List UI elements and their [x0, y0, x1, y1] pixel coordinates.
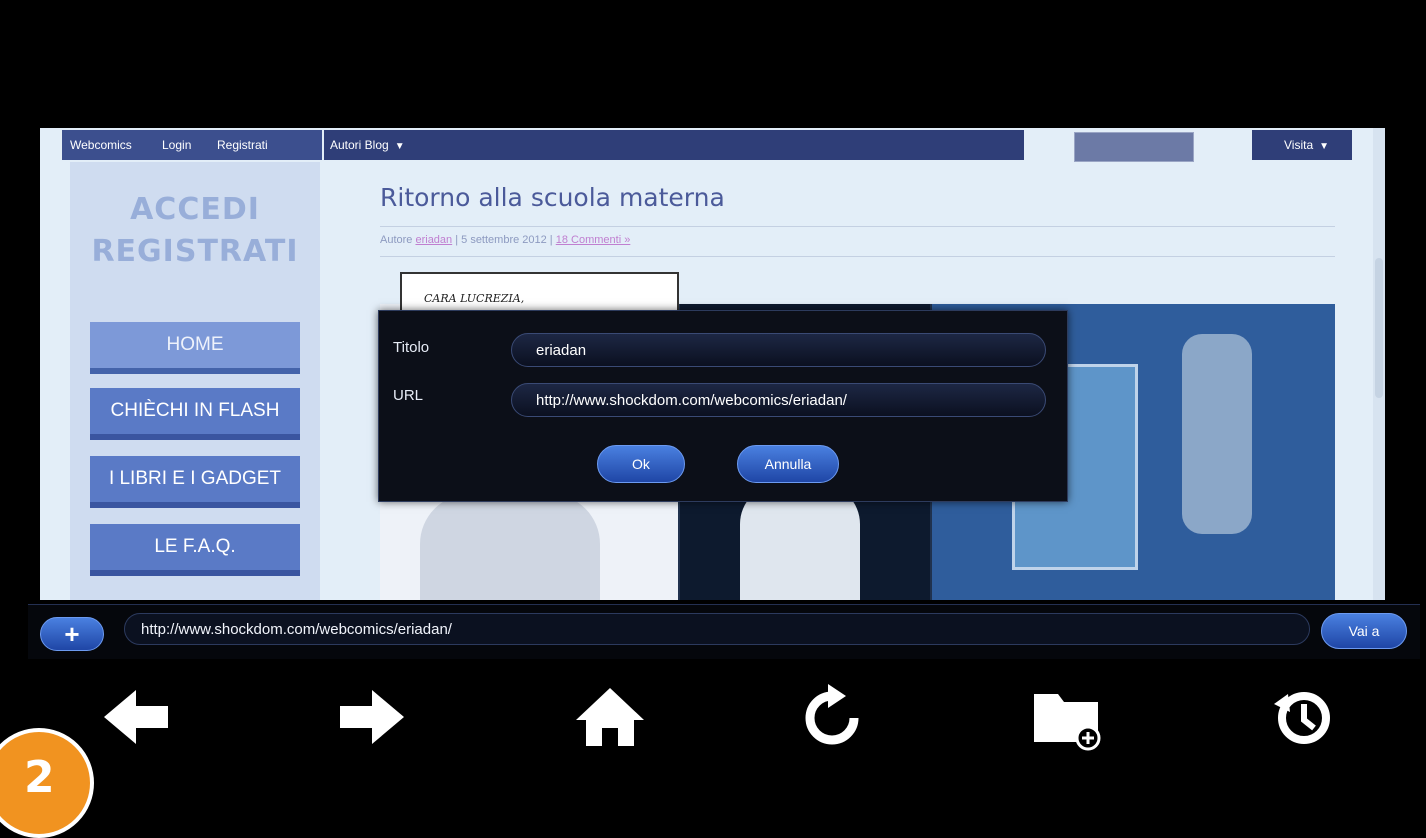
vertical-scrollbar[interactable] [1373, 128, 1385, 600]
divider [380, 226, 1335, 227]
chevron-down-icon: ▼ [394, 141, 405, 152]
menu-faq[interactable]: LE F.A.Q. [90, 524, 300, 570]
add-bookmark-button[interactable]: + [40, 617, 104, 651]
registrati-link[interactable]: REGISTRATI [70, 234, 320, 269]
back-arrow-icon[interactable] [96, 682, 176, 752]
nav-link-registrati[interactable]: Registrati [217, 138, 268, 152]
accedi-link[interactable]: ACCEDI [70, 192, 320, 227]
address-bar: + http://www.shockdom.com/webcomics/eria… [28, 604, 1420, 659]
menu-home[interactable]: HOME [90, 322, 300, 368]
annulla-button[interactable]: Annulla [737, 445, 839, 483]
site-sidebar: ACCEDI REGISTRATI HOME CHIÈCHI IN FLASH … [70, 162, 320, 600]
home-icon[interactable] [570, 682, 650, 752]
chevron-down-icon: ▼ [1319, 141, 1330, 152]
author-link[interactable]: eriadan [415, 234, 452, 246]
history-icon[interactable] [1262, 682, 1342, 752]
titolo-label: Titolo [393, 339, 430, 356]
nav-link-visita[interactable]: Visita ▼ [1284, 138, 1329, 152]
comments-link[interactable]: 18 Commenti » [556, 234, 631, 246]
go-button[interactable]: Vai a [1321, 613, 1407, 649]
folder-add-icon[interactable] [1028, 682, 1108, 752]
forward-arrow-icon[interactable] [332, 682, 412, 752]
url-input[interactable]: http://www.shockdom.com/webcomics/eriada… [124, 613, 1310, 645]
titolo-field[interactable]: eriadan [511, 333, 1046, 367]
article-meta: Autore eriadan | 5 settembre 2012 | 18 C… [380, 234, 631, 246]
refresh-icon[interactable] [792, 682, 872, 752]
article-title[interactable]: Ritorno alla scuola materna [380, 183, 725, 212]
site-top-nav: Webcomics Login Registrati Autori Blog ▼ … [62, 130, 1352, 162]
nav-link-login[interactable]: Login [162, 138, 191, 152]
url-field[interactable]: http://www.shockdom.com/webcomics/eriada… [511, 383, 1046, 417]
menu-libri-gadget[interactable]: I LIBRI E I GADGET [90, 456, 300, 502]
divider [380, 256, 1335, 257]
nav-link-autori-blog[interactable]: Autori Blog ▼ [330, 138, 405, 152]
add-bookmark-dialog: Titolo eriadan URL http://www.shockdom.c… [378, 310, 1068, 502]
step-number-badge: 2 [0, 728, 94, 838]
banner-thumbnail[interactable] [1074, 132, 1194, 162]
nav-link-webcomics[interactable]: Webcomics [70, 138, 132, 152]
url-label: URL [393, 387, 424, 404]
menu-chiechi-in-flash[interactable]: CHIÈCHI IN FLASH [90, 388, 300, 434]
ok-button[interactable]: Ok [597, 445, 685, 483]
